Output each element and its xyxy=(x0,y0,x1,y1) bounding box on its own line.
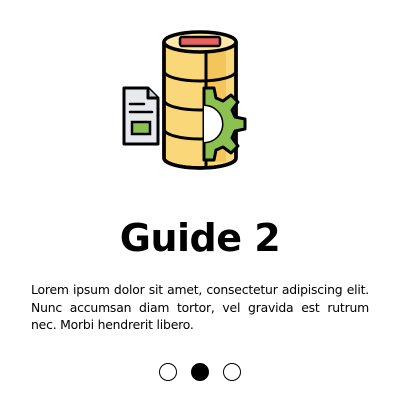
database-gear-document-icon xyxy=(122,30,247,170)
page-dot-2[interactable] xyxy=(191,363,209,381)
document-icon xyxy=(122,86,160,146)
page-title: Guide 2 xyxy=(119,216,281,260)
description-text: Lorem ipsum dolor sit amet, consectetur … xyxy=(31,282,369,332)
page-dot-1[interactable] xyxy=(159,363,177,381)
guide-screen: Guide 2 Lorem ipsum dolor sit amet, cons… xyxy=(0,0,400,400)
page-indicator xyxy=(0,361,400,383)
gear-icon xyxy=(202,86,247,162)
page-dot-3[interactable] xyxy=(223,363,241,381)
